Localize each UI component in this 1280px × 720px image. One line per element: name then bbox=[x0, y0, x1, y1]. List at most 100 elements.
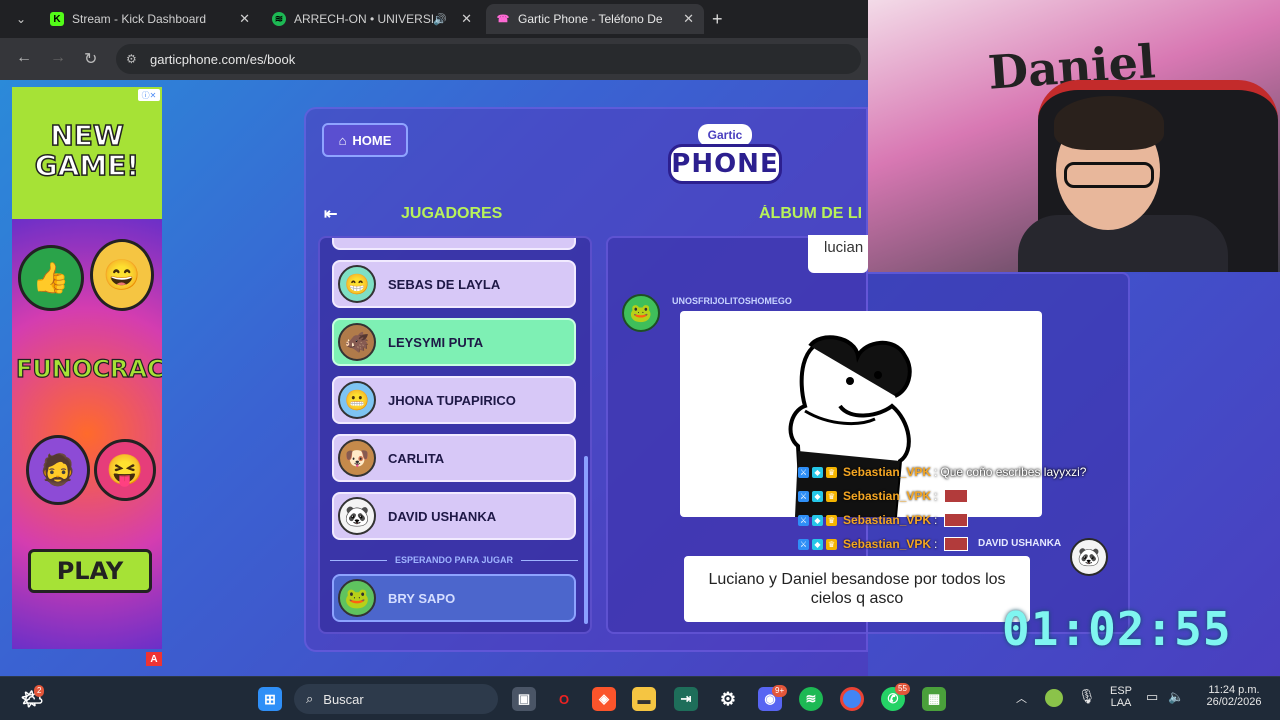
player-name: DAVID USHANKA bbox=[388, 508, 497, 524]
ad-brand: FUNOCRACY bbox=[15, 354, 162, 383]
player-name: BRY SAPO bbox=[388, 590, 456, 606]
settings-icon[interactable]: ⚙ bbox=[716, 687, 740, 711]
tab-gartic[interactable]: ☎ Gartic Phone - Teléfono De ✕ bbox=[486, 4, 704, 34]
ad-banner[interactable]: NEW GAME! ⓘ✕ 👍 😄 FUNOCRACY 🧔 😝 PLAY bbox=[12, 87, 162, 649]
waiting-separator: ESPERANDO PARA JUGAR bbox=[330, 554, 579, 566]
answer-author: DAVID USHANKA bbox=[978, 538, 1062, 549]
tray-app-icon[interactable] bbox=[1045, 689, 1063, 707]
player-avatar: 🐗 bbox=[338, 323, 376, 361]
player-name: CARLITA bbox=[388, 450, 445, 466]
answer-bubble: Luciano y Daniel besandose por todos los… bbox=[684, 556, 1030, 622]
player-card-highlighted: 🐗 LEYSYMI PUTA bbox=[332, 318, 576, 366]
moderator-badge-icon: ⚔ bbox=[798, 466, 809, 478]
opera-icon[interactable]: O bbox=[552, 687, 576, 711]
ad-info-icon[interactable]: ⓘ✕ bbox=[138, 89, 160, 101]
gartic-phone-logo[interactable]: Gartic PHONE bbox=[668, 124, 782, 194]
ad-choice-badge[interactable]: A bbox=[146, 652, 162, 666]
reload-icon[interactable]: ↻ bbox=[84, 49, 97, 69]
browser-tab-bar: ⌄ K Stream - Kick Dashboard ✕ ≋ ARRECH-O… bbox=[0, 0, 868, 38]
clock-date: 26/02/2026 bbox=[1206, 696, 1262, 708]
chat-colon: : bbox=[934, 489, 938, 503]
chat-message: ⚔ ◆ ♛ Sebastian_VPK : bbox=[798, 512, 969, 528]
tab-search-chevron-icon[interactable]: ⌄ bbox=[10, 8, 32, 30]
diamond-badge-icon: ◆ bbox=[812, 514, 823, 526]
microphone-icon[interactable]: 🎙 bbox=[1078, 688, 1096, 705]
thumbs-up-icon: 👍 bbox=[18, 245, 84, 311]
discord-badge: 9+ bbox=[772, 685, 788, 697]
tab-kick[interactable]: K Stream - Kick Dashboard ✕ bbox=[40, 4, 260, 34]
player-avatar: 🐸 bbox=[338, 579, 376, 617]
chat-message: ⚔ ◆ ♛ Sebastian_VPK : bbox=[798, 488, 969, 504]
url-field[interactable]: ⚙ garticphone.com/es/book bbox=[116, 44, 861, 74]
exit-arrow-icon[interactable]: ⇤ bbox=[324, 204, 337, 224]
close-tab-icon[interactable]: ✕ bbox=[461, 11, 472, 27]
language-top: ESP bbox=[1109, 685, 1132, 697]
player-avatar: 😬 bbox=[338, 381, 376, 419]
clock[interactable]: 11:24 p.m. 26/02/2026 bbox=[1198, 684, 1270, 708]
player-name: SEBAS DE LAYLA bbox=[388, 276, 501, 292]
drawing-canvas bbox=[680, 311, 1042, 517]
volume-icon[interactable]: 🔈 bbox=[1168, 689, 1184, 705]
chat-colon: : bbox=[934, 513, 938, 527]
taskbar-search[interactable]: ⌕ Buscar bbox=[294, 684, 498, 714]
address-bar: ← → ↻ ⚙ garticphone.com/es/book bbox=[0, 38, 868, 80]
url-text: garticphone.com/es/book bbox=[150, 51, 296, 67]
chrome-icon[interactable] bbox=[840, 687, 864, 711]
ad-play-button[interactable]: PLAY bbox=[28, 549, 152, 593]
brave-icon[interactable]: ◈ bbox=[592, 687, 616, 711]
tab-spotify[interactable]: ≋ ARRECH-ON • UNIVERSE, Y 🔊 ✕ bbox=[262, 4, 482, 34]
back-icon[interactable]: ← bbox=[16, 49, 32, 67]
kiss-drawing bbox=[788, 335, 912, 517]
audio-playing-icon[interactable]: 🔊 bbox=[433, 13, 447, 26]
crown-badge-icon: ♛ bbox=[826, 538, 837, 550]
player-card: 😬 JHONA TUPAPIRICO bbox=[332, 376, 576, 424]
streamer-glasses bbox=[1064, 162, 1154, 188]
waiting-player-card: 🐸 BRY SAPO bbox=[332, 574, 576, 622]
close-tab-icon[interactable]: ✕ bbox=[239, 11, 250, 27]
player-avatar: 🐶 bbox=[338, 439, 376, 477]
language-indicator[interactable]: ESP LAA bbox=[1106, 685, 1136, 709]
network-icon[interactable]: ▭ bbox=[1146, 689, 1158, 705]
home-button[interactable]: ⌂ HOME bbox=[322, 123, 408, 157]
close-tab-icon[interactable]: ✕ bbox=[683, 11, 694, 27]
emote-image bbox=[944, 513, 969, 527]
app-icon[interactable]: ⇥ bbox=[674, 687, 698, 711]
diamond-badge-icon: ◆ bbox=[812, 538, 823, 550]
chat-colon: : bbox=[934, 537, 938, 551]
waiting-label: ESPERANDO PARA JUGAR bbox=[395, 555, 514, 565]
start-icon[interactable]: ⊞ bbox=[258, 687, 282, 711]
home-label: HOME bbox=[352, 132, 392, 148]
taskbar: 🌤 2 ⊞ ⌕ Buscar ▣ O ◈ ▬ ⇥ ⚙ ◉ 9+ ≋ ✆ 55 ▦… bbox=[0, 676, 1280, 720]
ad-headline: NEW GAME! bbox=[34, 119, 140, 182]
file-explorer-icon[interactable]: ▬ bbox=[632, 687, 656, 711]
tab-title: Stream - Kick Dashboard bbox=[72, 12, 207, 26]
answer-author-avatar: 🐼 bbox=[1070, 538, 1108, 576]
drawer-name: UNOSFRIJOLITOSHOMEGO bbox=[672, 296, 792, 306]
forward-icon[interactable]: → bbox=[50, 49, 66, 67]
minecraft-icon[interactable]: ▦ bbox=[922, 687, 946, 711]
webcam-overlay: Daniel bbox=[868, 0, 1280, 272]
previous-answer-bubble: lucian bbox=[808, 235, 868, 273]
site-info-icon[interactable]: ⚙ bbox=[126, 52, 137, 66]
chat-text: Que coño escribes layyxzi? bbox=[940, 465, 1087, 479]
whatsapp-badge: 55 bbox=[895, 683, 910, 695]
stream-timer: 01:02:55 bbox=[1002, 602, 1232, 656]
tray-chevron-icon[interactable]: ︿ bbox=[1016, 690, 1027, 706]
divider bbox=[330, 559, 387, 561]
players-title: JUGADORES bbox=[401, 205, 503, 222]
divider bbox=[521, 559, 579, 561]
crown-badge-icon: ♛ bbox=[826, 514, 837, 526]
chat-username: Sebastian_VPK bbox=[843, 513, 932, 527]
new-tab-button[interactable]: + bbox=[712, 9, 723, 30]
moderator-badge-icon: ⚔ bbox=[798, 538, 809, 550]
player-list-scrollbar[interactable] bbox=[584, 456, 588, 624]
logo-top-text: Gartic bbox=[698, 124, 752, 146]
player-list[interactable]: 😁 SEBAS DE LAYLA 🐗 LEYSYMI PUTA 😬 JHONA … bbox=[318, 236, 592, 634]
player-card: 😁 SEBAS DE LAYLA bbox=[332, 260, 576, 308]
player-avatar: 🐼 bbox=[338, 497, 376, 535]
screen: ⌄ K Stream - Kick Dashboard ✕ ≋ ARRECH-O… bbox=[0, 0, 1280, 720]
happy-face-icon: 😄 bbox=[90, 239, 154, 311]
spotify-taskbar-icon[interactable]: ≋ bbox=[799, 687, 823, 711]
task-view-icon[interactable]: ▣ bbox=[512, 687, 536, 711]
player-card: 🐶 CARLITA bbox=[332, 434, 576, 482]
